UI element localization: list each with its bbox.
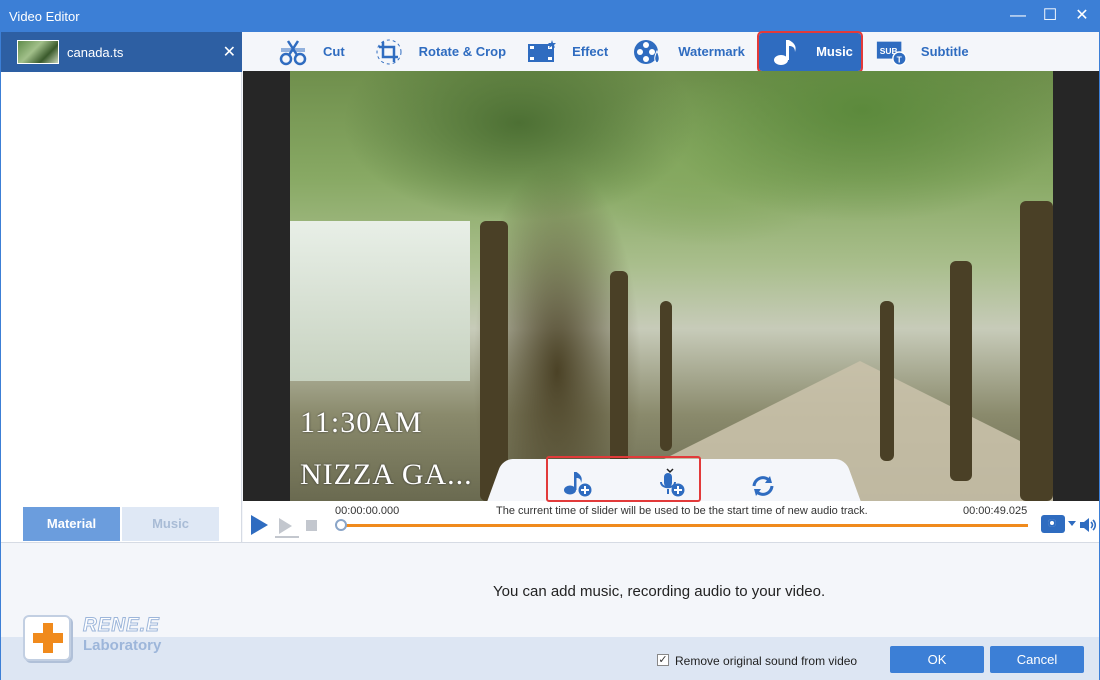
refresh-button[interactable] bbox=[746, 471, 780, 501]
video-frame: 11:30AM NIZZA GA... bbox=[290, 71, 1053, 501]
music-note-icon bbox=[771, 37, 802, 67]
tool-subtitle[interactable]: SUB T Subtitle bbox=[867, 33, 977, 71]
effect-icon bbox=[526, 37, 558, 67]
tab-material[interactable]: Material bbox=[23, 507, 120, 541]
file-item[interactable]: canada.ts ✕ bbox=[1, 32, 242, 72]
remove-original-sound-label: Remove original sound from video bbox=[675, 654, 858, 668]
remove-file-icon[interactable]: ✕ bbox=[223, 42, 236, 62]
cancel-button[interactable]: Cancel bbox=[990, 646, 1084, 673]
video-preview: 11:30AM NIZZA GA... bbox=[243, 71, 1099, 501]
file-sidebar: canada.ts ✕ Material Music bbox=[1, 32, 242, 542]
timeline-slider-handle[interactable] bbox=[335, 519, 347, 531]
video-editor-window: Video Editor — ☐ ✕ canada.ts ✕ Material … bbox=[0, 0, 1100, 680]
subtitle-icon: SUB T bbox=[875, 37, 907, 67]
volume-icon[interactable] bbox=[1079, 517, 1097, 533]
video-timestamp-overlay: 11:30AM bbox=[300, 406, 423, 439]
minimize-button[interactable]: — bbox=[1009, 5, 1027, 27]
snapshot-dropdown-icon[interactable] bbox=[1068, 521, 1076, 526]
tool-watermark[interactable]: Watermark bbox=[624, 33, 753, 71]
tool-rotate-crop[interactable]: Rotate & Crop bbox=[365, 33, 514, 71]
close-button[interactable]: ✕ bbox=[1073, 5, 1091, 27]
window-title: Video Editor bbox=[9, 9, 80, 24]
tool-music-label: Music bbox=[816, 44, 853, 59]
recording-dropdown-caret[interactable] bbox=[666, 461, 674, 474]
add-music-button[interactable] bbox=[561, 469, 595, 499]
playback-controls: 00:00:00.000 The current time of slider … bbox=[243, 501, 1099, 542]
maximize-button[interactable]: ☐ bbox=[1041, 5, 1059, 27]
logo-cross-icon bbox=[23, 615, 71, 661]
watermark-icon bbox=[632, 37, 664, 67]
tool-cut[interactable]: Cut bbox=[269, 33, 353, 71]
brand-logo: RENE.E Laboratory bbox=[23, 615, 173, 670]
add-recording-icon bbox=[660, 473, 685, 497]
cut-icon bbox=[277, 37, 309, 67]
tool-effect-label: Effect bbox=[572, 44, 609, 59]
logo-name: RENE.E bbox=[83, 615, 160, 637]
edit-toolbar: Cut Rotate & Crop Effect Watermark Music bbox=[243, 30, 1099, 73]
current-time: 00:00:00.000 bbox=[335, 505, 400, 517]
total-duration: 00:00:49.025 bbox=[963, 505, 1028, 517]
refresh-icon bbox=[752, 476, 774, 496]
camera-snapshot-icon[interactable] bbox=[1041, 515, 1065, 533]
play-button[interactable] bbox=[251, 515, 268, 535]
title-bar: Video Editor — ☐ ✕ bbox=[1, 1, 1099, 32]
logo-subtitle: Laboratory bbox=[83, 637, 162, 654]
file-name: canada.ts bbox=[67, 44, 124, 60]
video-thumbnail bbox=[17, 40, 59, 64]
ok-button[interactable]: OK bbox=[890, 646, 984, 673]
play-segment-button[interactable] bbox=[279, 518, 292, 534]
remove-original-sound-checkbox[interactable]: ✓ bbox=[657, 654, 669, 666]
tool-cut-label: Cut bbox=[323, 44, 345, 59]
stop-button[interactable] bbox=[306, 520, 317, 531]
timeline-track[interactable] bbox=[340, 524, 1028, 527]
tool-subtitle-label: Subtitle bbox=[920, 44, 969, 59]
rotate-crop-icon bbox=[373, 37, 405, 67]
tool-watermark-label: Watermark bbox=[678, 44, 745, 59]
tab-music[interactable]: Music bbox=[122, 507, 219, 541]
info-message: You can add music, recording audio to yo… bbox=[493, 583, 826, 600]
slider-hint: The current time of slider will be used … bbox=[496, 505, 868, 517]
footer-bar: RENE.E Laboratory ✓ Remove original soun… bbox=[1, 615, 1099, 680]
svg-text:T: T bbox=[897, 54, 903, 64]
tool-rotate-crop-label: Rotate & Crop bbox=[418, 44, 507, 59]
add-music-icon bbox=[564, 472, 592, 497]
tool-effect[interactable]: Effect bbox=[518, 33, 616, 71]
video-location-overlay: NIZZA GA... bbox=[300, 458, 473, 491]
tool-music[interactable]: Music bbox=[756, 30, 863, 73]
